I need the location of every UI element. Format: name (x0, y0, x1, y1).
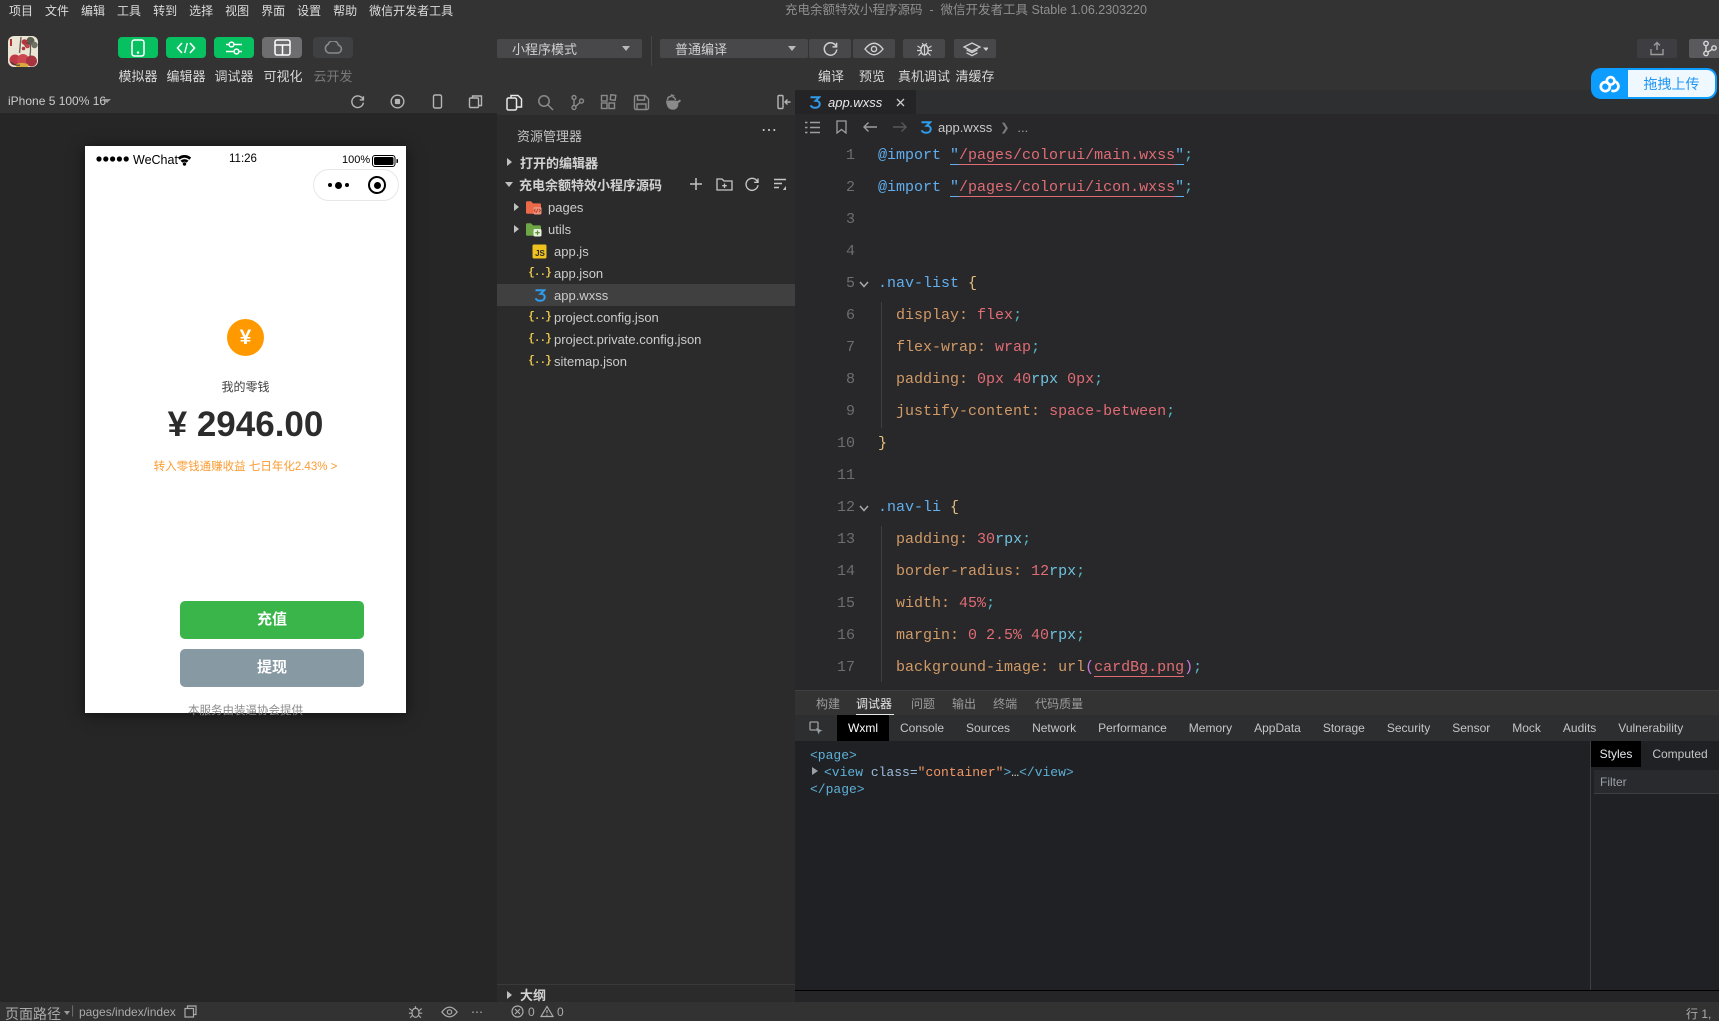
svg-text:JS: JS (535, 249, 545, 258)
